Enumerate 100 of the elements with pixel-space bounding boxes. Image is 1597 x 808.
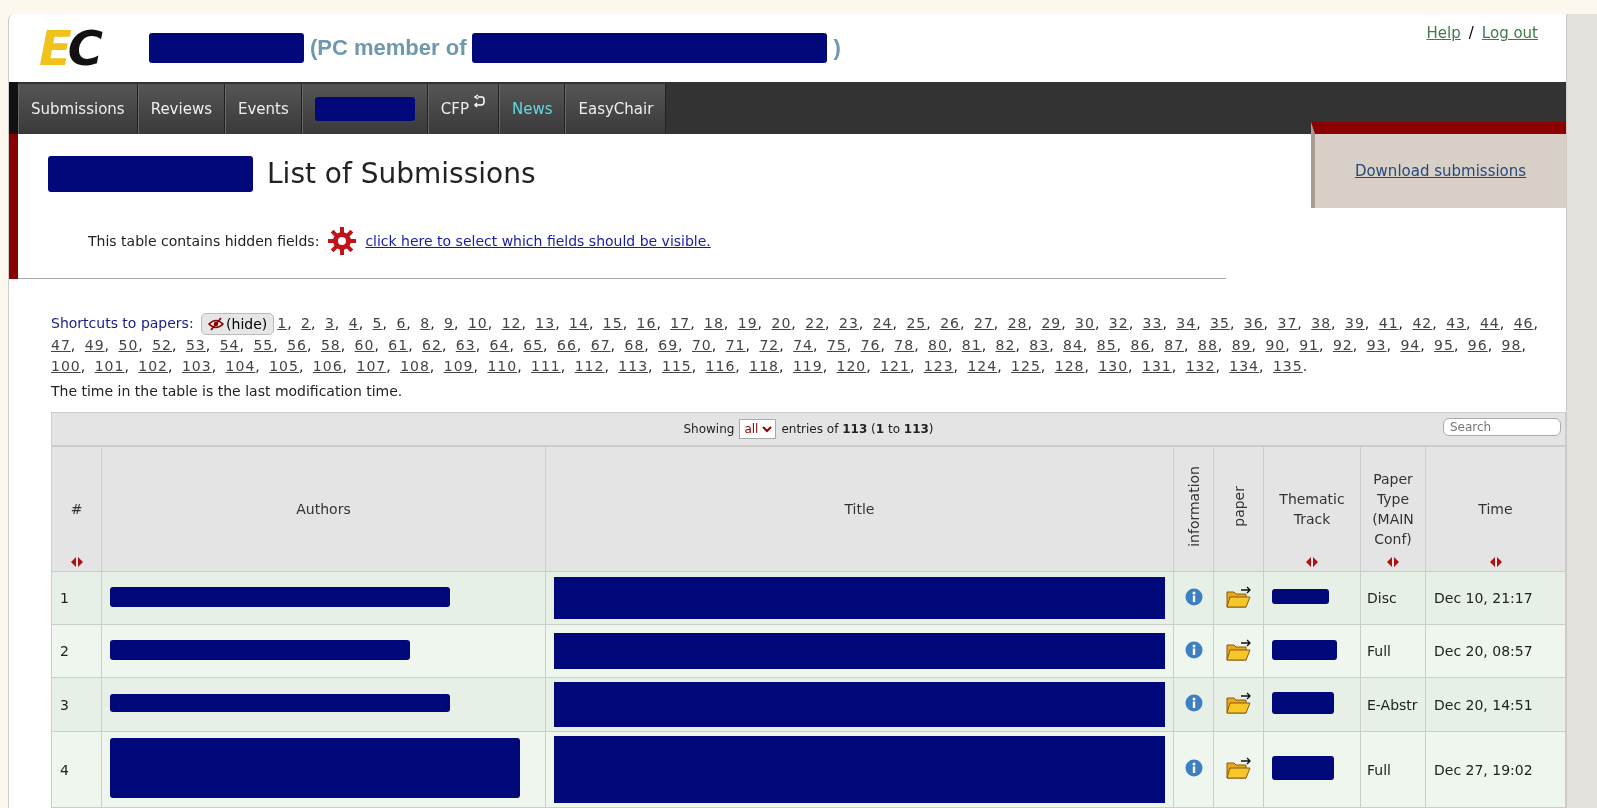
sort-arrows-icon[interactable]: [1386, 557, 1400, 567]
hide-button[interactable]: (hide): [201, 313, 275, 335]
column-header[interactable]: Authors: [101, 446, 546, 572]
paper-link[interactable]: 135: [1272, 358, 1303, 374]
paper-link[interactable]: 103: [181, 358, 212, 374]
info-icon[interactable]: [1184, 694, 1203, 712]
paper-link[interactable]: 49: [84, 337, 105, 353]
paper-link[interactable]: 5: [372, 315, 383, 331]
paper-link[interactable]: 132: [1185, 358, 1216, 374]
column-header[interactable]: paper: [1213, 446, 1264, 572]
paper-link[interactable]: 41: [1378, 315, 1399, 331]
paper-link[interactable]: 30: [1075, 315, 1095, 331]
paper-link[interactable]: 29: [1041, 315, 1062, 331]
paper-link[interactable]: 94: [1400, 337, 1421, 353]
paper-link[interactable]: 102: [138, 358, 168, 374]
paper-link[interactable]: 104: [225, 358, 256, 374]
paper-link[interactable]: 111: [531, 358, 561, 374]
sort-arrows-icon[interactable]: [69, 557, 84, 567]
header-link[interactable]: Help: [1426, 24, 1461, 42]
paper-link[interactable]: 87: [1164, 337, 1185, 353]
paper-link[interactable]: 63: [455, 337, 476, 353]
paper-link[interactable]: 92: [1332, 337, 1353, 353]
paper-link[interactable]: 18: [704, 315, 724, 331]
paper-link[interactable]: 55: [253, 337, 274, 353]
paper-link[interactable]: 85: [1096, 337, 1117, 353]
paper-link[interactable]: 56: [287, 337, 307, 353]
paper-link[interactable]: 65: [523, 337, 544, 353]
paper-link[interactable]: 110: [487, 358, 518, 374]
paper-link[interactable]: 107: [356, 358, 387, 374]
paper-link[interactable]: 34: [1176, 315, 1197, 331]
paper-link[interactable]: 98: [1501, 337, 1522, 353]
paper-link[interactable]: 113: [618, 358, 649, 374]
paper-link[interactable]: 12: [501, 315, 522, 331]
paper-link[interactable]: 53: [185, 337, 206, 353]
paper-link[interactable]: 105: [269, 358, 299, 374]
column-header[interactable]: Thematic Track: [1263, 446, 1361, 572]
paper-link[interactable]: 26: [940, 315, 960, 331]
paper-link[interactable]: 88: [1197, 337, 1218, 353]
paper-link[interactable]: 119: [792, 358, 823, 374]
header-link[interactable]: Log out: [1481, 24, 1538, 42]
paper-link[interactable]: 66: [557, 337, 577, 353]
column-header[interactable]: Paper Type (MAIN Conf): [1360, 446, 1426, 572]
gear-icon[interactable]: [327, 225, 358, 256]
paper-link[interactable]: 35: [1210, 315, 1230, 331]
paper-link[interactable]: 54: [219, 337, 240, 353]
paper-link[interactable]: 89: [1231, 337, 1252, 353]
paper-link[interactable]: 15: [602, 315, 623, 331]
page-size-select[interactable]: all: [739, 419, 777, 439]
paper-link[interactable]: 128: [1054, 358, 1085, 374]
paper-link[interactable]: 75: [826, 337, 847, 353]
paper-link[interactable]: 78: [894, 337, 915, 353]
paper-link[interactable]: 108: [400, 358, 430, 374]
folder-icon[interactable]: [1225, 585, 1252, 608]
paper-link[interactable]: 95: [1434, 337, 1454, 353]
paper-link[interactable]: 9: [444, 315, 454, 331]
paper-link[interactable]: 24: [872, 315, 893, 331]
nav-tab[interactable]: Events: [225, 83, 302, 134]
paper-link[interactable]: 44: [1479, 315, 1500, 331]
paper-link[interactable]: 76: [860, 337, 881, 353]
paper-link[interactable]: 17: [670, 315, 691, 331]
paper-link[interactable]: 25: [906, 315, 927, 331]
paper-link[interactable]: 131: [1142, 358, 1172, 374]
nav-tab[interactable]: Submissions: [18, 83, 138, 134]
paper-link[interactable]: 84: [1063, 337, 1083, 353]
paper-link[interactable]: 46: [1513, 315, 1534, 331]
scrollbar[interactable]: [1566, 14, 1597, 808]
paper-link[interactable]: 1: [277, 315, 288, 331]
paper-link[interactable]: 6: [396, 315, 407, 331]
paper-link[interactable]: 120: [836, 358, 867, 374]
nav-tab[interactable]: Reviews: [137, 83, 225, 134]
nav-tab[interactable]: News: [498, 83, 566, 134]
paper-link[interactable]: 100: [51, 358, 81, 374]
paper-link[interactable]: 4: [348, 315, 359, 331]
paper-link[interactable]: 71: [725, 337, 746, 353]
paper-link[interactable]: 93: [1366, 337, 1387, 353]
paper-link[interactable]: 28: [1007, 315, 1028, 331]
paper-link[interactable]: 74: [793, 337, 813, 353]
search-field[interactable]: Search: [1443, 418, 1561, 436]
paper-link[interactable]: 13: [535, 315, 556, 331]
paper-link[interactable]: 72: [759, 337, 780, 353]
paper-link[interactable]: 115: [661, 358, 692, 374]
column-header[interactable]: Time: [1425, 446, 1566, 572]
paper-link[interactable]: 8: [420, 315, 431, 331]
download-link[interactable]: Download submissions: [1354, 161, 1527, 180]
paper-link[interactable]: 14: [569, 315, 589, 331]
paper-link[interactable]: 123: [923, 358, 954, 374]
paper-link[interactable]: 16: [636, 315, 657, 331]
paper-link[interactable]: 32: [1108, 315, 1129, 331]
paper-link[interactable]: 81: [961, 337, 982, 353]
paper-link[interactable]: 61: [388, 337, 409, 353]
sort-arrows-icon[interactable]: [1488, 557, 1503, 567]
paper-link[interactable]: 2: [301, 315, 311, 331]
paper-link[interactable]: 38: [1311, 315, 1332, 331]
paper-link[interactable]: 43: [1446, 315, 1466, 331]
paper-link[interactable]: 112: [574, 358, 605, 374]
paper-link[interactable]: 70: [691, 337, 712, 353]
paper-link[interactable]: 20: [771, 315, 792, 331]
fields-link[interactable]: click here to select which fields should be visible.: [365, 232, 711, 249]
info-icon[interactable]: [1184, 587, 1203, 606]
paper-link[interactable]: 134: [1229, 358, 1260, 374]
